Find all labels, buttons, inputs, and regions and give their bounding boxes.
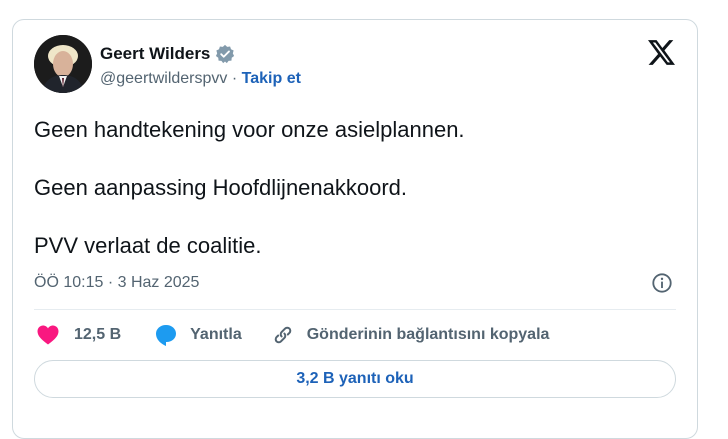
like-count: 12,5 B <box>74 326 122 343</box>
author-name[interactable]: Geert Wilders <box>100 44 210 64</box>
link-icon <box>274 326 292 344</box>
author-name-row: Geert Wilders <box>100 43 235 65</box>
read-replies-button[interactable]: 3,2 B yanıtı oku <box>34 360 676 398</box>
tweet-text: Geen handtekening voor onze asielplannen… <box>34 116 674 260</box>
handle-separator: · <box>231 70 238 87</box>
author-handle[interactable]: @geertwilderspvv <box>100 70 227 87</box>
tweet-line: PVV verlaat de coalitie. <box>34 233 262 258</box>
reply-label: Yanıtla <box>190 326 242 343</box>
heart-icon <box>37 325 59 345</box>
x-logo-icon[interactable] <box>648 40 675 65</box>
handle-row: @geertwilderspvv · Takip et <box>100 70 301 88</box>
divider <box>34 309 676 310</box>
tweet-timestamp[interactable]: ÖÖ 10:15 · 3 Haz 2025 <box>34 274 199 292</box>
copy-link-label: Gönderinin bağlantısını kopyala <box>306 326 550 343</box>
verified-badge-icon <box>216 44 235 64</box>
info-icon[interactable] <box>651 272 673 294</box>
tweet-line: Geen handtekening voor onze asielplannen… <box>34 117 465 142</box>
tweet-card: Geert Wilders @geertwilderspvv · Takip e… <box>12 19 698 439</box>
tweet-line: Geen aanpassing Hoofdlijnenakkoord. <box>34 175 408 200</box>
reply-button[interactable]: Yanıtla <box>154 323 242 347</box>
like-button[interactable]: 12,5 B <box>36 323 121 347</box>
speech-bubble-icon <box>156 325 177 346</box>
action-bar: 12,5 B Yanıtla Gönderinin bağlantısını k… <box>36 321 549 349</box>
avatar[interactable] <box>34 35 92 93</box>
follow-button[interactable]: Takip et <box>242 70 301 87</box>
copy-link-button[interactable]: Gönderinin bağlantısını kopyala <box>271 323 550 347</box>
